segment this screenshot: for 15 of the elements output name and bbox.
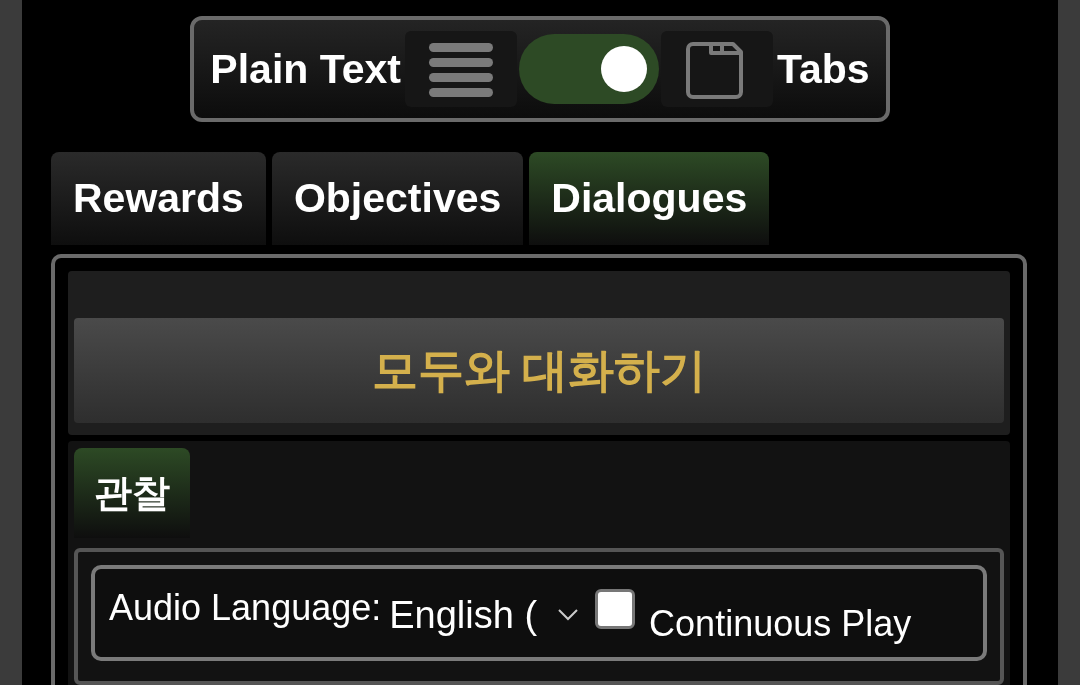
dialogue-title-button[interactable]: 모두와 대화하기 <box>74 318 1004 423</box>
audio-language-label: Audio Language: <box>109 587 382 629</box>
continuous-play-label: Continuous Play <box>649 603 912 645</box>
audio-language-select[interactable]: English ( <box>389 593 580 637</box>
continuous-play-checkbox[interactable] <box>595 589 636 629</box>
folder-icon[interactable] <box>661 31 773 107</box>
tab[interactable]: Objectives <box>271 152 524 245</box>
tab[interactable]: Rewards <box>51 152 266 245</box>
tabs-label: Tabs <box>776 45 871 93</box>
sub-tab[interactable]: 관찰 <box>74 448 190 538</box>
list-icon[interactable] <box>405 31 517 107</box>
plain-text-label: Plain Text <box>209 45 402 93</box>
tab[interactable]: Dialogues <box>529 152 770 245</box>
chevron-icon <box>557 608 580 622</box>
view-switch[interactable] <box>519 34 659 104</box>
